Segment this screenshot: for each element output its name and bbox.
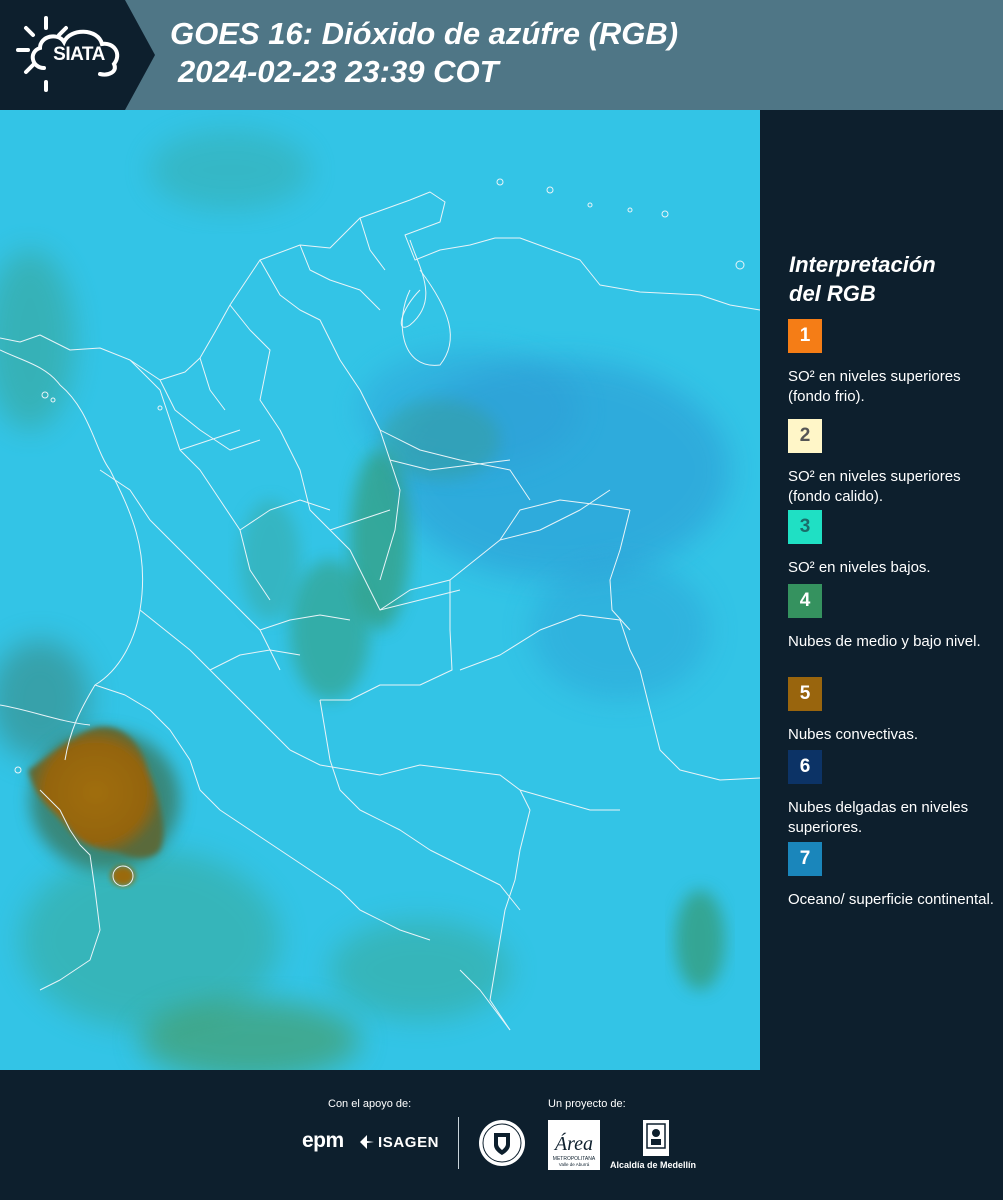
- legend-label: Nubes delgadas en niveles superiores.: [788, 799, 969, 836]
- satellite-map: [0, 110, 760, 1070]
- dark-blue-patch: [530, 560, 710, 700]
- legend-item-4: 4 Nubes de medio y bajo nivel.: [788, 584, 1000, 652]
- legend-swatch: 2: [788, 419, 822, 453]
- isagen-logo: ISAGEN: [378, 1134, 440, 1151]
- legend-swatch: 1: [788, 319, 822, 353]
- legend-swatch: 5: [788, 677, 822, 711]
- legend-title: Interpretación del RGB: [789, 250, 999, 308]
- legend-swatch: 4: [788, 584, 822, 618]
- isagen-logo-icon: [360, 1135, 374, 1149]
- alcaldia-shield-icon: [643, 1120, 669, 1156]
- legend-item-6: 6 Nubes delgadas en niveles superiores.: [788, 750, 1000, 838]
- area-metropolitana-logo: Área METROPOLITANA Valle de Aburrá: [548, 1120, 600, 1170]
- legend-item-3: 3 SO² en niveles bajos.: [788, 510, 1000, 578]
- legend-label: SO² en niveles bajos.: [788, 559, 931, 576]
- page-title: GOES 16: Dióxido de azúfre (RGB): [170, 16, 679, 51]
- legend-swatch: 3: [788, 510, 822, 544]
- map-image: [0, 110, 760, 1070]
- medellin-seal-icon: [479, 1120, 525, 1166]
- siata-logo: SIATA: [0, 0, 155, 110]
- svg-text:Área: Área: [553, 1132, 593, 1155]
- footer-bar: Con el apoyo de: Un proyecto de: epm ISA…: [0, 1070, 1003, 1200]
- legend-label: Oceano/ superficie continental.: [788, 891, 994, 908]
- project-label: Un proyecto de:: [548, 1098, 626, 1110]
- legend-item-2: 2 SO² en niveles superiores (fondo calid…: [788, 419, 1000, 507]
- svg-text:Valle de Aburrá: Valle de Aburrá: [559, 1162, 590, 1167]
- legend-label: Nubes de medio y bajo nivel.: [788, 633, 981, 650]
- epm-logo: epm: [302, 1129, 344, 1152]
- footer-divider: [458, 1117, 459, 1169]
- legend-title-line1: Interpretación: [789, 252, 936, 277]
- cloud-area: [290, 560, 370, 700]
- legend-label: SO² en niveles superiores (fondo frio).: [788, 368, 961, 405]
- cloud-area: [380, 400, 500, 480]
- page-timestamp: 2024-02-23 23:39 COT: [178, 54, 499, 89]
- header-bar: SIATA GOES 16: Dióxido de azúfre (RGB) 2…: [0, 0, 1003, 110]
- legend-label: SO² en niveles superiores (fondo calido)…: [788, 468, 961, 505]
- legend-swatch: 6: [788, 750, 822, 784]
- legend-item-1: 1 SO² en niveles superiores (fondo frio)…: [788, 319, 1000, 407]
- support-label: Con el apoyo de:: [328, 1098, 412, 1110]
- cloud-area: [240, 500, 300, 620]
- legend-title-line2: del RGB: [789, 281, 876, 306]
- convective-cloud: [111, 866, 135, 886]
- cloud-area: [675, 890, 725, 990]
- siata-logo-text: SIATA: [53, 44, 105, 65]
- legend-panel: Interpretación del RGB 1 SO² en niveles …: [760, 110, 1003, 1070]
- legend-swatch: 7: [788, 842, 822, 876]
- legend-label: Nubes convectivas.: [788, 726, 919, 743]
- cloud-area: [330, 920, 510, 1020]
- cloud-area: [150, 130, 310, 210]
- alcaldia-logo-text: Alcaldía de Medellín: [610, 1160, 697, 1170]
- legend-item-7: 7 Oceano/ superficie continental.: [788, 842, 1000, 910]
- legend-item-5: 5 Nubes convectivas.: [788, 677, 1000, 745]
